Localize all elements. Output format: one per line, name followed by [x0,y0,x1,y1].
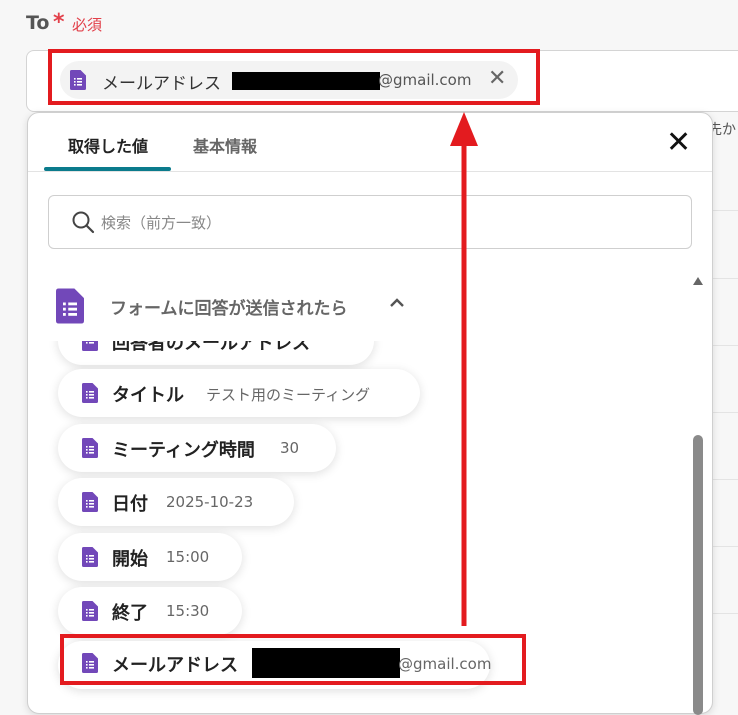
highlight-box-top [48,49,540,105]
scrollbar[interactable] [692,277,704,715]
item-label: 終了 [112,603,148,624]
item-value: 30 [280,439,300,457]
group-title: フォームに回答が送信されたら [110,299,348,319]
item-label: 開始 [112,549,148,570]
tab-divider [28,171,712,172]
google-forms-doc-icon [82,601,98,621]
google-forms-doc-icon [82,438,98,458]
tab-basic-info[interactable]: 基本情報 [193,133,257,157]
item-label: タイトル [112,385,184,406]
google-forms-doc-icon [82,341,98,351]
item-label: ミーティング時間 [112,440,255,461]
google-forms-doc-icon [82,492,98,512]
item-value: テスト用のミーティング [206,386,371,404]
list-item[interactable]: 終了 15:30 [58,587,242,635]
scroll-up-arrow-icon[interactable] [693,277,703,285]
close-panel-icon[interactable]: ✕ [666,127,691,159]
google-forms-doc-icon [82,383,98,403]
list-item[interactable]: 開始 15:00 [58,533,242,581]
google-forms-doc-icon [56,288,84,328]
search-icon [71,210,95,238]
annotation-arrow-icon [450,112,478,626]
highlight-box-bottom [60,634,526,685]
list-item[interactable]: 日付 2025-10-23 [58,478,294,526]
list-item[interactable]: タイトル テスト用のミーティング [58,369,420,417]
item-value: 2025-10-23 [166,493,254,511]
list-item[interactable]: 回答者のメールアドレス [58,341,374,365]
item-value: 15:30 [166,602,210,620]
item-label: 日付 [112,494,148,515]
item-label: 回答者のメールアドレス [112,341,310,354]
chevron-up-icon[interactable] [388,290,406,318]
search-input[interactable] [99,210,663,236]
required-asterisk: * [53,10,65,35]
list-item[interactable]: ミーティング時間 30 [58,424,336,472]
to-field-label: To [26,12,50,34]
tab-acquired-values[interactable]: 取得した値 [68,133,148,157]
item-value: 15:00 [166,548,210,566]
required-label: 必須 [72,16,103,34]
google-forms-doc-icon [82,547,98,567]
value-picker-panel: 取得した値 基本情報 ✕ フォームに回答が送信されたら 回答者のメールアドレス … [27,112,713,715]
scroll-thumb[interactable] [693,435,703,715]
trigger-group-header[interactable]: フォームに回答が送信されたら [56,288,416,324]
search-box[interactable] [48,195,692,249]
